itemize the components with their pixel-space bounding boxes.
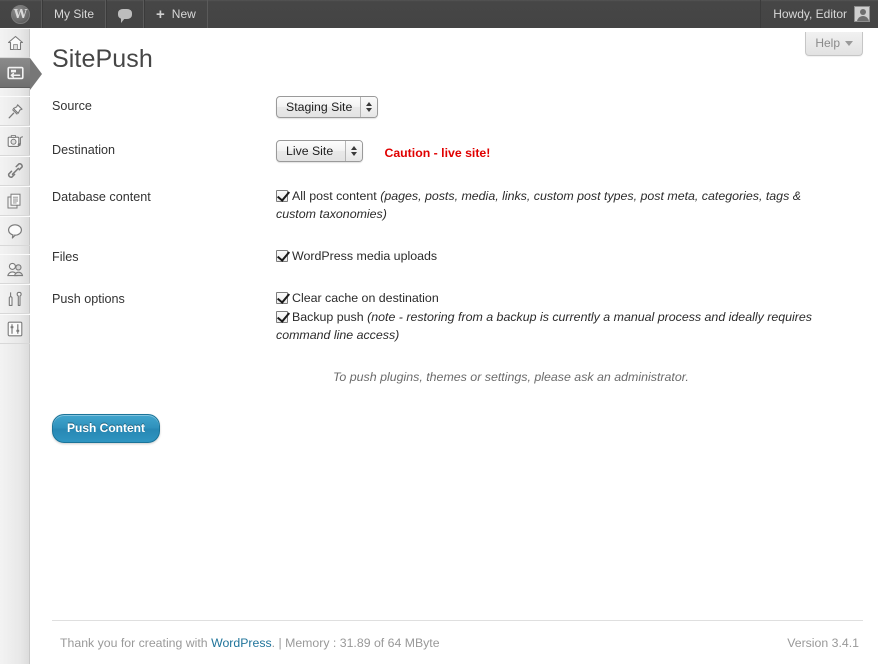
select-arrows-icon: [360, 97, 378, 117]
checkbox-backup-push[interactable]: [276, 311, 288, 323]
users-icon: [6, 262, 23, 276]
checkbox-all-post-content[interactable]: [276, 190, 288, 202]
files-label: Files: [52, 250, 79, 264]
clear-cache-checkbox-row[interactable]: Clear cache on destination: [276, 289, 832, 307]
page-title: SitePush: [52, 45, 153, 73]
site-name-label: My Site: [54, 7, 95, 21]
main-content: Help SitePush Source Staging Site Destin…: [31, 28, 878, 664]
chain-link-icon: [7, 162, 23, 178]
backup-push-label: Backup push: [292, 310, 368, 324]
wp-logo-menu[interactable]: W: [0, 0, 42, 28]
database-content-checkbox-row[interactable]: All post content (pages, posts, media, l…: [276, 187, 832, 223]
destination-select-value: Live Site: [286, 144, 334, 158]
form-row-source: Source Staging Site: [31, 94, 878, 118]
sidebar-item-sitepush[interactable]: [0, 58, 42, 90]
new-content-menu[interactable]: + New: [144, 0, 208, 28]
clear-cache-label: Clear cache on destination: [292, 291, 439, 305]
tools-icon: [8, 291, 22, 306]
push-arrows-icon: [6, 66, 24, 80]
admin-menu-sidebar: [0, 28, 42, 664]
form-row-files: Files WordPress media uploads: [31, 245, 878, 266]
greeting-label: Howdy, Editor: [773, 7, 847, 21]
home-icon: [7, 35, 23, 51]
chevron-down-icon: [845, 40, 853, 46]
source-select[interactable]: Staging Site: [276, 96, 379, 118]
database-content-label: Database content: [52, 190, 151, 204]
footer-thanks-text: Thank you for creating with: [60, 635, 212, 650]
source-label: Source: [52, 99, 92, 113]
select-arrows-icon: [345, 141, 362, 161]
admin-bar: W My Site + New Howdy, Editor: [0, 0, 878, 28]
pages-document-icon: [7, 193, 21, 209]
pushpin-icon: [8, 103, 23, 118]
plus-icon: +: [156, 5, 165, 23]
sidebar-item-dashboard[interactable]: [0, 28, 30, 58]
push-options-label: Push options: [52, 292, 125, 306]
speech-bubble-icon: [7, 224, 23, 239]
form-row-destination: Destination Live Site Caution - live sit…: [31, 138, 878, 162]
sidebar-item-users[interactable]: [0, 254, 30, 284]
form-row-push-options: Push options Clear cache on destination …: [31, 287, 878, 345]
files-checkbox-row[interactable]: WordPress media uploads: [276, 247, 836, 265]
all-post-content-label: All post content: [292, 189, 377, 203]
comments-menu[interactable]: [106, 0, 145, 28]
site-name-menu[interactable]: My Site: [42, 0, 107, 28]
sidebar-item-pages[interactable]: [0, 186, 30, 216]
form-row-database-content: Database content All post content (pages…: [31, 185, 878, 224]
checkbox-media-uploads[interactable]: [276, 250, 288, 262]
sidebar-item-links[interactable]: [0, 156, 30, 186]
media-uploads-label: WordPress media uploads: [292, 249, 438, 263]
backup-push-checkbox-row[interactable]: Backup push (note - restoring from a bac…: [276, 308, 832, 344]
caution-message: Caution - live site!: [384, 145, 491, 160]
sidebar-item-settings[interactable]: [0, 314, 30, 344]
help-label: Help: [815, 36, 840, 50]
new-content-label: New: [171, 7, 196, 21]
sidebar-item-comments[interactable]: [0, 216, 30, 246]
checkbox-clear-cache[interactable]: [276, 292, 288, 304]
sidebar-item-posts[interactable]: [0, 96, 30, 126]
wordpress-logo-icon: W: [11, 4, 30, 24]
help-button[interactable]: Help: [805, 32, 863, 56]
admin-bar-spacer: [208, 0, 760, 28]
avatar: [854, 6, 870, 22]
sitepush-form: Source Staging Site Destination Live Sit…: [31, 94, 878, 443]
destination-label: Destination: [52, 143, 116, 157]
footer-version: Version 3.4.1: [787, 635, 859, 650]
source-select-value: Staging Site: [286, 100, 353, 114]
push-content-button[interactable]: Push Content: [52, 414, 160, 443]
submit-row: Push Content: [31, 384, 878, 443]
camera-icon: [7, 134, 23, 147]
admin-footer: Thank you for creating with WordPress. |…: [52, 620, 863, 664]
footer-credits: Thank you for creating with WordPress. |…: [52, 636, 440, 650]
help-tab-wrap: Help: [805, 32, 863, 56]
destination-select[interactable]: Live Site: [276, 140, 363, 162]
wordpress-link[interactable]: WordPress: [211, 636, 272, 650]
settings-sliders-icon: [7, 321, 23, 337]
footer-memory-text: . | Memory : 31.89 of 64 MByte: [271, 635, 440, 650]
comment-bubble-icon: [118, 9, 133, 23]
admin-note: To push plugins, themes or settings, ple…: [333, 370, 689, 384]
sidebar-item-media[interactable]: [0, 126, 30, 156]
sidebar-item-tools[interactable]: [0, 284, 30, 314]
account-menu[interactable]: Howdy, Editor: [760, 0, 878, 28]
